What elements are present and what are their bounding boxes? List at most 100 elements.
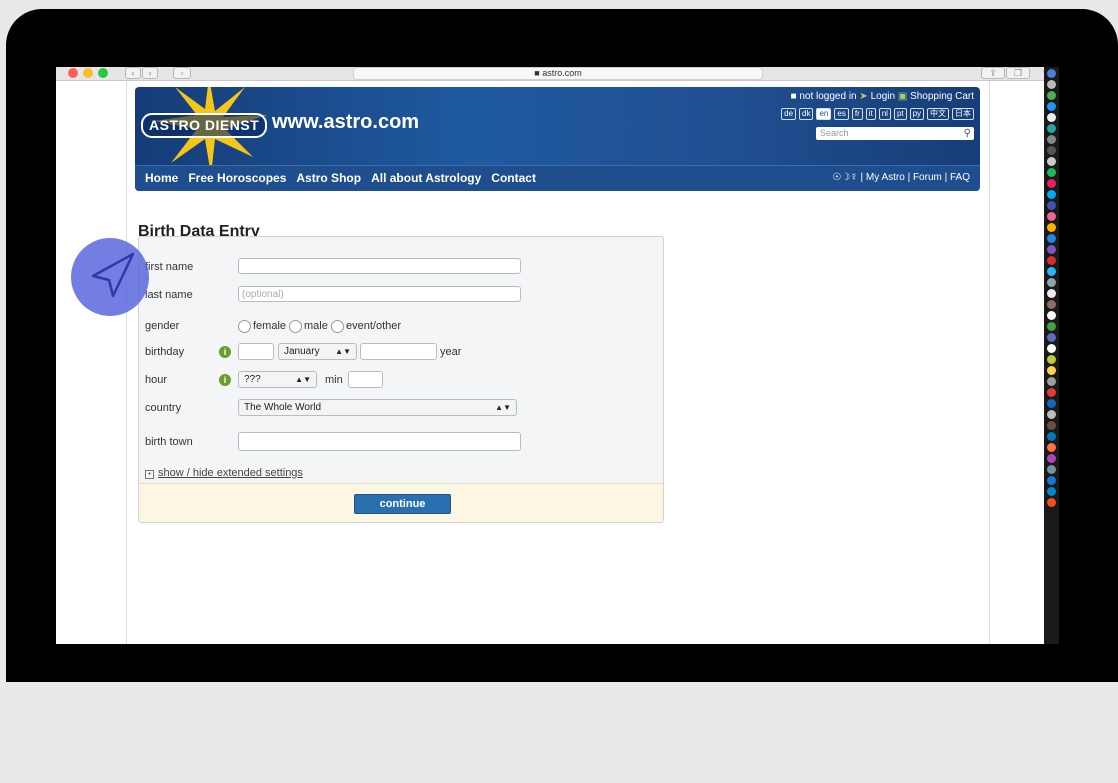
dock-app-icon[interactable]: [1047, 355, 1056, 364]
gender-male-radio[interactable]: [289, 320, 302, 333]
share-button[interactable]: ⇪: [981, 67, 1005, 79]
navigation-arrow-icon: [91, 252, 135, 298]
gender-male-label[interactable]: male: [304, 320, 328, 332]
birth-hour-select[interactable]: ??? ▲▼: [238, 371, 317, 388]
first-name-label: first name: [145, 261, 194, 273]
lang-en[interactable]: en: [816, 108, 832, 120]
dock-app-icon[interactable]: [1047, 168, 1056, 177]
dock-app-icon[interactable]: [1047, 267, 1056, 276]
dock-app-icon[interactable]: [1047, 157, 1056, 166]
dock-app-icon[interactable]: [1047, 465, 1056, 474]
dock-app-icon[interactable]: [1047, 377, 1056, 386]
dock-app-icon[interactable]: [1047, 344, 1056, 353]
shopping-cart-link[interactable]: Shopping Cart: [910, 91, 974, 102]
min-label: min: [325, 374, 343, 386]
nav-user-links[interactable]: ☉☽☿ | My Astro | Forum | FAQ: [832, 172, 970, 183]
dock-app-icon[interactable]: [1047, 278, 1056, 287]
birth-year-input[interactable]: [360, 343, 437, 360]
language-selector: de dk en es fr it nl pt ру 中文 日本: [781, 108, 974, 120]
gender-female-label[interactable]: female: [253, 320, 286, 332]
birthday-info-icon[interactable]: i: [219, 346, 231, 358]
dock-app-icon[interactable]: [1047, 322, 1056, 331]
dock-app-icon[interactable]: [1047, 410, 1056, 419]
dock-app-icon[interactable]: [1047, 124, 1056, 133]
dock-app-icon[interactable]: [1047, 454, 1056, 463]
dock-app-icon[interactable]: [1047, 179, 1056, 188]
site-logo[interactable]: ASTRO DIENST: [141, 113, 268, 138]
app-dock: [1044, 67, 1059, 644]
dock-app-icon[interactable]: [1047, 399, 1056, 408]
web-page: ASTRO DIENST www.astro.com ■ not logged …: [126, 81, 990, 644]
dock-app-icon[interactable]: [1047, 300, 1056, 309]
dock-app-icon[interactable]: [1047, 212, 1056, 221]
tabs-button[interactable]: ❐: [1006, 67, 1030, 79]
dock-app-icon[interactable]: [1047, 256, 1056, 265]
nav-astro-shop[interactable]: Astro Shop: [296, 171, 361, 185]
dock-app-icon[interactable]: [1047, 146, 1056, 155]
select-arrow-icon: ▲▼: [335, 347, 351, 356]
first-name-input[interactable]: [238, 258, 521, 274]
dock-app-icon[interactable]: [1047, 432, 1056, 441]
dock-app-icon[interactable]: [1047, 245, 1056, 254]
lang-ru[interactable]: ру: [909, 108, 924, 120]
dock-app-icon[interactable]: [1047, 201, 1056, 210]
gender-event-radio[interactable]: [331, 320, 344, 333]
zoom-window-icon[interactable]: [98, 68, 108, 78]
dock-app-icon[interactable]: [1047, 289, 1056, 298]
lang-it[interactable]: it: [865, 108, 876, 120]
dock-app-icon[interactable]: [1047, 223, 1056, 232]
birth-day-input[interactable]: [238, 343, 274, 360]
birth-month-select[interactable]: January ▲▼: [278, 343, 357, 360]
lang-pt[interactable]: pt: [893, 108, 907, 120]
lang-fr[interactable]: fr: [851, 108, 863, 120]
dock-app-icon[interactable]: [1047, 69, 1056, 78]
address-bar[interactable]: ■ astro.com: [353, 67, 763, 80]
dock-app-icon[interactable]: [1047, 135, 1056, 144]
search-input[interactable]: Search: [820, 127, 849, 140]
sidebar-button[interactable]: ▫: [173, 67, 191, 79]
lang-nl[interactable]: nl: [878, 108, 891, 120]
gender-event-label[interactable]: event/other: [346, 320, 401, 332]
dock-app-icon[interactable]: [1047, 333, 1056, 342]
nav-contact[interactable]: Contact: [491, 171, 536, 185]
dock-app-icon[interactable]: [1047, 388, 1056, 397]
hour-info-icon[interactable]: i: [219, 374, 231, 386]
dock-app-icon[interactable]: [1047, 91, 1056, 100]
dock-app-icon[interactable]: [1047, 498, 1056, 507]
extended-settings-label[interactable]: show / hide extended settings: [158, 467, 303, 479]
dock-app-icon[interactable]: [1047, 311, 1056, 320]
site-search[interactable]: Search ⚲: [816, 127, 974, 140]
gender-female-radio[interactable]: [238, 320, 251, 333]
lang-zh[interactable]: 中文: [927, 108, 949, 120]
country-select[interactable]: The Whole World ▲▼: [238, 399, 517, 416]
nav-about-astrology[interactable]: All about Astrology: [371, 171, 481, 185]
lang-ja[interactable]: 日本: [952, 108, 974, 120]
dock-app-icon[interactable]: [1047, 190, 1056, 199]
dock-app-icon[interactable]: [1047, 421, 1056, 430]
continue-button[interactable]: continue: [354, 494, 451, 514]
close-window-icon[interactable]: [68, 68, 78, 78]
lang-es[interactable]: es: [834, 108, 849, 120]
site-url-heading[interactable]: www.astro.com: [272, 111, 419, 134]
dock-app-icon[interactable]: [1047, 443, 1056, 452]
birth-minute-input[interactable]: [348, 371, 383, 388]
nav-home[interactable]: Home: [145, 171, 178, 185]
dock-app-icon[interactable]: [1047, 102, 1056, 111]
last-name-input[interactable]: (optional): [238, 286, 521, 302]
lang-de[interactable]: de: [781, 108, 797, 120]
back-button[interactable]: ‹: [125, 67, 141, 79]
minimize-window-icon[interactable]: [83, 68, 93, 78]
forward-button[interactable]: ›: [142, 67, 158, 79]
login-link[interactable]: Login: [871, 91, 895, 102]
dock-app-icon[interactable]: [1047, 476, 1056, 485]
dock-app-icon[interactable]: [1047, 80, 1056, 89]
birth-town-input[interactable]: [238, 432, 521, 451]
dock-app-icon[interactable]: [1047, 113, 1056, 122]
nav-free-horoscopes[interactable]: Free Horoscopes: [188, 171, 286, 185]
lang-dk[interactable]: dk: [799, 108, 814, 120]
dock-app-icon[interactable]: [1047, 366, 1056, 375]
dock-app-icon[interactable]: [1047, 487, 1056, 496]
dock-app-icon[interactable]: [1047, 234, 1056, 243]
extended-settings-toggle[interactable]: + show / hide extended settings: [145, 467, 303, 479]
search-icon[interactable]: ⚲: [964, 128, 971, 139]
